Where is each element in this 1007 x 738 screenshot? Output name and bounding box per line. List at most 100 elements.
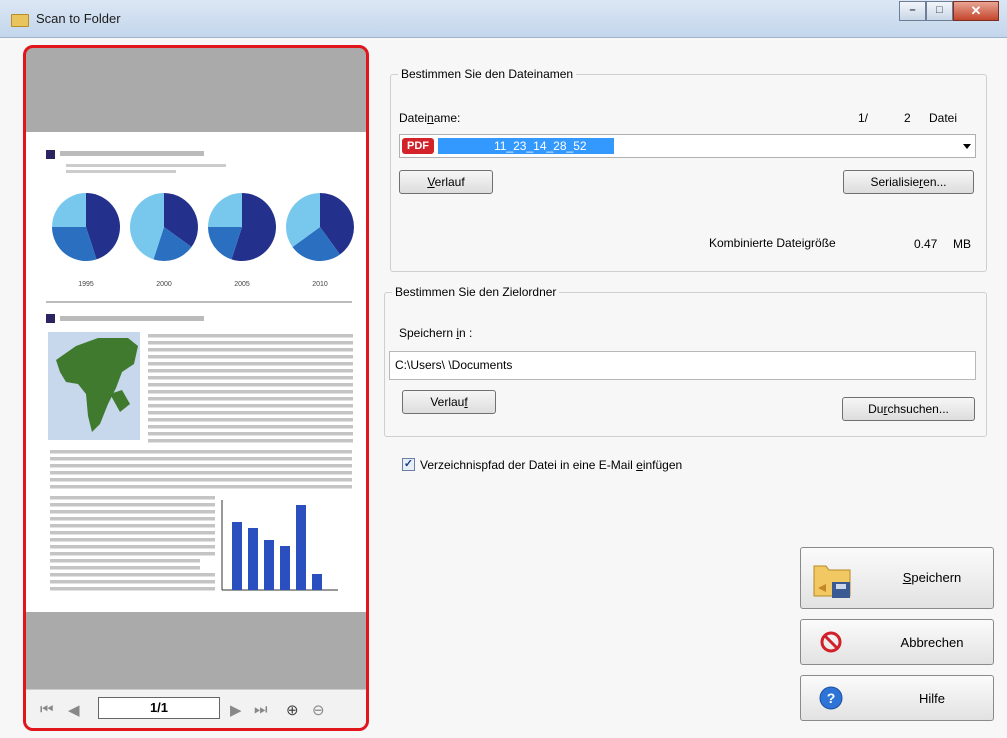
text-line <box>50 580 215 584</box>
filename-label: Dateiname: <box>399 111 461 125</box>
page-thumbnail: 1995 2000 2005 2010 <box>46 150 354 591</box>
minimize-button[interactable]: – <box>899 1 926 21</box>
combined-size-value: 0.47 <box>914 237 938 251</box>
preview-navigation: ⏮ ◀ 1/1 ▶ ⏭ ⊕ ⊖ <box>26 689 366 728</box>
file-counter-current: 1/ <box>858 111 869 125</box>
email-path-label: Verzeichnispfad der Datei in eine E-Mail… <box>420 458 683 472</box>
title-bar: Scan to Folder – □ ✕ <box>0 0 1007 38</box>
help-button-label: Hilfe <box>918 691 945 706</box>
text-line <box>50 545 215 549</box>
thumbnail-bar <box>312 574 322 590</box>
last-page-icon[interactable]: ⏭ <box>254 701 268 718</box>
text-line <box>50 587 215 591</box>
cancel-icon <box>820 631 842 653</box>
save-path-field[interactable]: C:\Users\ \Documents <box>389 351 976 380</box>
zoom-in-icon[interactable]: ⊕ <box>286 701 299 719</box>
text-line <box>148 432 353 436</box>
file-counter-unit: Datei <box>929 111 958 125</box>
browse-button[interactable]: Durchsuchen... <box>842 397 975 421</box>
close-button[interactable]: ✕ <box>953 1 999 21</box>
text-line <box>148 355 353 359</box>
filename-group-title: Bestimmen Sie den Dateinamen <box>398 67 577 81</box>
serialize-button[interactable]: Serialisieren... <box>843 170 974 194</box>
help-icon: ? <box>819 686 843 710</box>
pie-slice <box>52 193 86 227</box>
first-page-icon[interactable]: ⏮ <box>40 701 54 718</box>
preview-panel: 1995 2000 2005 2010 ⏮ ◀ 1/1 ▶ ⏭ ⊕ ⊖ <box>23 45 369 731</box>
text-line <box>50 478 352 482</box>
text-line <box>50 538 215 542</box>
thumbnail-bar <box>280 546 290 590</box>
text-line <box>50 517 215 521</box>
text-line <box>50 573 215 577</box>
next-page-icon[interactable]: ▶ <box>230 701 242 719</box>
combined-size-label: Kombinierte Dateigröße <box>709 236 836 250</box>
folder-icon <box>11 14 29 27</box>
text-line <box>148 383 353 387</box>
window-title: Scan to Folder <box>36 11 121 26</box>
chevron-down-icon[interactable] <box>963 144 971 149</box>
text-line <box>148 397 353 401</box>
text-line <box>148 404 353 408</box>
combined-size-unit: MB <box>953 237 971 251</box>
text-line <box>148 341 353 345</box>
text-line <box>50 552 215 556</box>
text-line <box>148 369 353 373</box>
text-line <box>50 457 352 461</box>
pie-year-label: 2000 <box>156 281 172 288</box>
text-line <box>148 334 353 338</box>
thumbnail-bar <box>248 528 258 590</box>
pie-slice <box>208 193 242 227</box>
thumbnail-bar <box>264 540 274 590</box>
text-line <box>50 559 200 563</box>
text-line <box>148 390 353 394</box>
document-preview: 1995 2000 2005 2010 <box>26 132 366 612</box>
save-in-label: Speichern in : <box>399 326 473 340</box>
filename-combobox[interactable]: PDF 11_23_14_28_52 <box>399 134 976 158</box>
filename-selection: 11_23_14_28_52 <box>438 138 614 154</box>
svg-text:?: ? <box>827 690 836 706</box>
thumbnail-bar <box>232 522 242 590</box>
email-path-checkbox[interactable]: ✓ <box>402 458 415 471</box>
text-line <box>50 510 215 514</box>
save-folder-icon <box>813 565 851 598</box>
folder-history-button[interactable]: Verlauf <box>402 390 496 414</box>
maximize-button[interactable]: □ <box>926 1 953 21</box>
text-line <box>50 450 352 454</box>
page-number-field[interactable]: 1/1 <box>98 697 220 719</box>
file-counter-total: 2 <box>904 111 911 125</box>
save-button-label: Speichern <box>902 570 962 585</box>
cancel-button-label: Abbrechen <box>900 635 964 650</box>
window-controls: – □ ✕ <box>899 1 999 21</box>
thumbnail-bar <box>296 505 306 590</box>
pdf-file-icon: PDF <box>402 138 434 154</box>
folder-group-title: Bestimmen Sie den Zielordner <box>392 285 560 299</box>
close-icon: ✕ <box>970 3 982 18</box>
save-button[interactable]: Speichern <box>800 547 994 609</box>
text-line <box>148 362 353 366</box>
text-line <box>50 531 215 535</box>
text-line <box>50 566 200 570</box>
text-line <box>50 496 215 500</box>
zoom-out-icon[interactable]: ⊖ <box>312 701 325 719</box>
minimize-icon: – <box>909 4 916 16</box>
text-line <box>148 418 353 422</box>
text-line <box>148 376 353 380</box>
cancel-button[interactable]: Abbrechen <box>800 619 994 665</box>
pie-year-label: 2005 <box>234 281 250 288</box>
text-line <box>50 485 352 489</box>
pie-year-label: 1995 <box>78 281 94 288</box>
text-line <box>50 524 215 528</box>
text-line <box>148 411 353 415</box>
maximize-icon: □ <box>936 4 943 16</box>
text-line <box>148 348 353 352</box>
text-line <box>50 471 352 475</box>
text-line <box>148 425 353 429</box>
prev-page-icon[interactable]: ◀ <box>68 701 80 719</box>
text-line <box>50 503 215 507</box>
filename-history-button[interactable]: Verlauf <box>399 170 493 194</box>
text-line <box>148 439 353 443</box>
pie-year-label: 2010 <box>312 281 328 288</box>
text-line <box>50 464 352 468</box>
help-button[interactable]: ? Hilfe <box>800 675 994 721</box>
